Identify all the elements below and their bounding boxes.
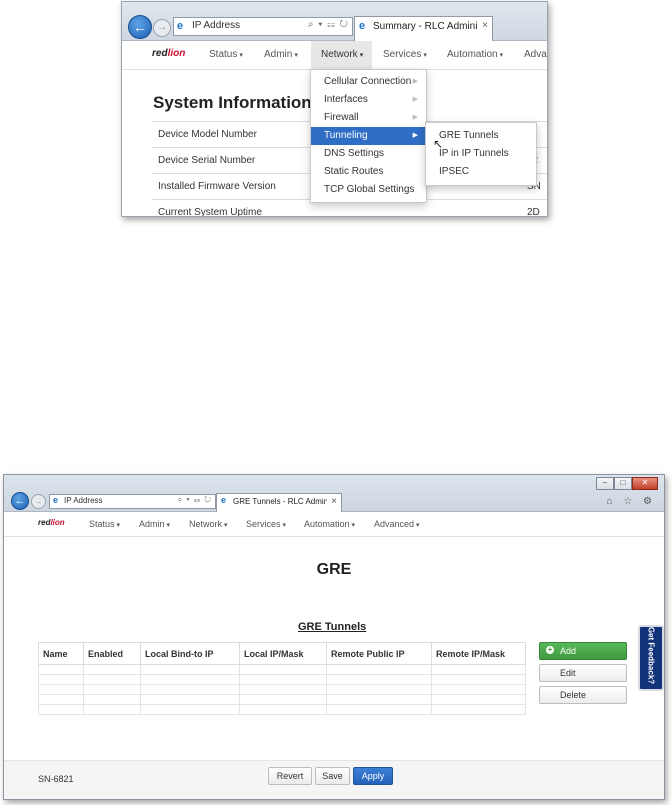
nav-advanced[interactable]: Advanced ▾ [374,519,420,529]
nav-network[interactable]: Network ▾ [311,41,372,69]
address-controls-icon[interactable]: ⌕ ▾ ☷ ↻ [308,19,349,30]
table-header-row: Name Enabled Local Bind-to IP Local IP/M… [38,642,526,665]
plus-icon: + [546,645,554,654]
nav-status[interactable]: Status ▾ [209,49,243,60]
home-favorites-settings-icons[interactable]: ⌂ ☆ ⚙ [606,496,656,507]
ie-tab-icon: e [359,20,366,32]
nav-services[interactable]: Services ▾ [383,49,427,60]
table-row[interactable] [38,674,526,685]
gre-tunnels-table: Name Enabled Local Bind-to IP Local IP/M… [38,642,526,715]
address-text: IP Address [64,496,103,505]
ie-icon: e [53,495,59,505]
main-navbar: redlion Status ▾ Admin ▾ Network ▾ Services… [122,41,547,70]
address-bar[interactable]: e IP Address ⌕ ▾ ☷ ↻ [173,17,353,36]
menu-item-ipsec[interactable]: IPSEC [426,163,536,181]
nav-automation[interactable]: Automation ▾ [447,49,503,60]
page-title: System Information [153,93,312,112]
menu-item-tunneling[interactable]: Tunneling ▶ [311,127,426,145]
save-button[interactable]: Save [315,767,350,785]
network-dropdown-menu: Cellular Connection ▶ Interfaces ▶ Firewal… [310,69,427,203]
ie-tab-icon: e [221,495,227,505]
browser-window-gre-tunnels: – □ ✕ ← → e IP Address ⌕ ▾ ☷ ↻ e GRE Tun… [3,474,665,800]
table-row[interactable] [38,684,526,695]
nav-automation[interactable]: Automation ▾ [304,519,355,529]
table-row[interactable] [38,704,526,715]
menu-item-static-routes[interactable]: Static Routes [311,163,426,181]
address-controls-icon[interactable]: ⌕ ▾ ☷ ↻ [178,495,212,505]
tab-close-icon[interactable]: × [331,496,337,507]
browser-tab[interactable]: e GRE Tunnels - RLC Adminis... × [216,493,342,512]
feedback-tab[interactable]: Get Feedback? [638,625,664,691]
table-title: GRE Tunnels [298,621,367,633]
menu-item-interfaces[interactable]: Interfaces ▶ [311,91,426,109]
nav-advanced[interactable]: Adva [524,49,547,60]
nav-services[interactable]: Services ▾ [246,519,286,529]
column-header-local-ip-mask[interactable]: Local IP/Mask [239,642,327,665]
address-bar[interactable]: e IP Address ⌕ ▾ ☷ ↻ [49,494,216,509]
redlion-logo: redlion [152,48,186,59]
minimize-icon[interactable]: – [596,477,614,490]
close-icon[interactable]: ✕ [632,477,658,490]
nav-admin[interactable]: Admin ▾ [264,49,298,60]
revert-button[interactable]: Revert [268,767,312,785]
menu-item-tcp-global-settings[interactable]: TCP Global Settings [311,181,426,199]
forward-arrow-icon[interactable]: → [31,494,46,509]
add-button[interactable]: + Add [539,642,627,660]
ie-icon: e [177,20,184,32]
address-text: IP Address [192,20,241,31]
tab-title: GRE Tunnels - RLC Adminis... [233,497,327,506]
column-header-remote-public-ip[interactable]: Remote Public IP [326,642,432,665]
browser-toolbar: – □ ✕ ← → e IP Address ⌕ ▾ ☷ ↻ e GRE Tun… [4,475,664,512]
chevron-right-icon: ▶ [412,114,418,121]
table-row[interactable] [38,694,526,705]
chevron-right-icon: ▶ [412,96,418,103]
redlion-logo: redlion [38,518,65,527]
edit-button[interactable]: Edit [539,664,627,682]
browser-tab[interactable]: e Summary - RLC Administra... × [354,16,493,41]
browser-window-network-menu: ← → e IP Address ⌕ ▾ ☷ ↻ e Summary - RLC… [121,1,548,217]
tab-close-icon[interactable]: × [482,20,488,31]
page-title: GRE [316,561,352,578]
chevron-right-icon: ▶ [412,78,418,85]
tab-title: Summary - RLC Administra... [373,21,478,32]
nav-admin[interactable]: Admin ▾ [139,519,170,529]
menu-item-cellular-connection[interactable]: Cellular Connection ▶ [311,73,426,91]
column-header-name[interactable]: Name [38,642,84,665]
menu-item-firewall[interactable]: Firewall ▶ [311,109,426,127]
forward-arrow-icon[interactable]: → [153,19,171,37]
column-header-enabled[interactable]: Enabled [83,642,141,665]
column-header-remote-ip-mask[interactable]: Remote IP/Mask [431,642,526,665]
browser-toolbar: ← → e IP Address ⌕ ▾ ☷ ↻ e Summary - RLC… [122,2,547,41]
maximize-icon[interactable]: □ [614,477,632,490]
column-header-local-bind-to-ip[interactable]: Local Bind-to IP [140,642,240,665]
menu-item-dns-settings[interactable]: DNS Settings [311,145,426,163]
table-row[interactable] [38,664,526,675]
main-navbar: redlion Status ▾ Admin ▾ Network ▾ Services… [4,512,664,537]
nav-status[interactable]: Status ▾ [89,519,120,529]
footer-bar: SN-6821 Revert Save Apply [4,760,664,799]
back-arrow-icon[interactable]: ← [128,15,152,39]
back-arrow-icon[interactable]: ← [11,492,29,510]
tunneling-submenu: GRE Tunnels IP in IP Tunnels IPSEC [425,122,537,186]
delete-button[interactable]: Delete [539,686,627,704]
nav-network[interactable]: Network ▾ [189,519,228,529]
mouse-cursor-icon: ↖ [433,137,444,151]
chevron-right-icon: ▶ [412,132,418,139]
apply-button[interactable]: Apply [353,767,393,785]
serial-number: SN-6821 [38,774,74,784]
